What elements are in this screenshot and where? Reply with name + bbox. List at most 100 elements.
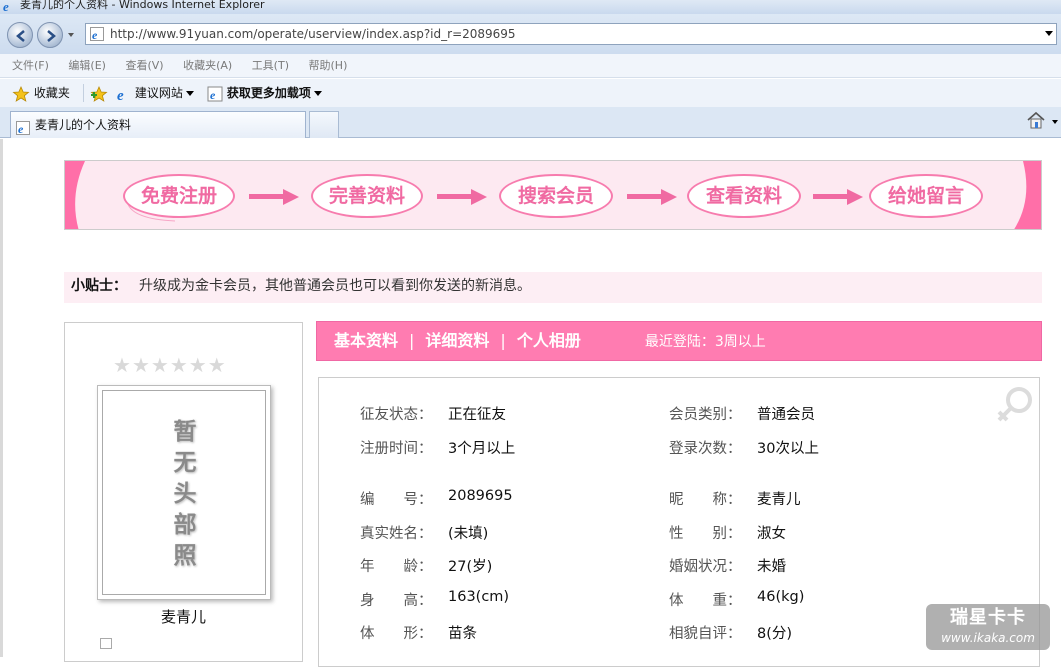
menu-tools[interactable]: 工具(T) <box>252 59 289 72</box>
dropdown-icon <box>313 91 322 96</box>
placeholder-char: 头 <box>173 481 197 507</box>
arrow-right-icon <box>437 189 487 205</box>
star-icon: ★ <box>113 353 131 377</box>
select-checkbox[interactable] <box>100 638 112 649</box>
menu-help[interactable]: 帮助(H) <box>309 59 348 72</box>
page-content: 免费注册 完善资料 搜索会员 查看资料 给她留言 小贴士： 升级成为金卡会员，其他… <box>0 139 1061 667</box>
watermark-line2: www.ikaka.com <box>941 631 1035 645</box>
menu-view[interactable]: 查看(V) <box>125 59 163 72</box>
rating-stars: ★★★★★★ <box>113 353 227 377</box>
ie-icon: e <box>117 88 124 104</box>
marriage-value: 未婚 <box>757 559 786 575</box>
tab-separator: | <box>409 331 415 350</box>
tip-bar: 小贴士： 升级成为金卡会员，其他普通会员也可以看到你发送的新消息。 <box>64 272 1042 303</box>
realname-label: 真实姓名： <box>360 526 433 542</box>
female-symbol-icon <box>997 387 1032 422</box>
placeholder-char: 无 <box>173 450 197 476</box>
svg-text:e: e <box>210 88 216 102</box>
menu-bar: 文件(F) 编辑(E) 查看(V) 收藏夹(A) 工具(T) 帮助(H) <box>0 54 1061 78</box>
tab-basic-info[interactable]: 基本资料 <box>334 331 398 350</box>
placeholder-char: 照 <box>173 543 197 569</box>
avatar[interactable]: 暂 无 头 部 照 <box>97 385 271 600</box>
nickname-label: 昵 称： <box>669 492 742 508</box>
add-favorite-star-icon <box>90 85 108 102</box>
step-complete-profile[interactable]: 完善资料 <box>311 174 423 218</box>
weight-value: 46(kg) <box>757 589 805 605</box>
back-arrow-icon <box>16 30 25 42</box>
add-favorite-button[interactable] <box>90 79 108 107</box>
forward-arrow-icon <box>47 30 56 42</box>
age-value: 27(岁) <box>448 559 493 575</box>
forward-button[interactable] <box>37 22 63 48</box>
favorites-label: 收藏夹 <box>33 86 70 100</box>
menu-file[interactable]: 文件(F) <box>12 59 49 72</box>
suggested-sites-button[interactable]: e 建议网站 <box>115 79 194 107</box>
tip-label: 小贴士： <box>71 278 127 294</box>
last-login: 最近登陆：3周以上 <box>644 334 766 350</box>
star-icon: ★ <box>169 353 188 377</box>
steps-banner: 免费注册 完善资料 搜索会员 查看资料 给她留言 <box>64 160 1042 230</box>
home-button[interactable] <box>1026 110 1046 134</box>
tab-row: e 麦青儿的个人资料 <box>0 107 1061 138</box>
address-dropdown-icon[interactable] <box>1045 31 1053 36</box>
favorites-button[interactable]: 收藏夹 <box>12 79 70 107</box>
star-icon: ★ <box>188 353 207 377</box>
arrow-right-icon <box>627 189 677 205</box>
placeholder-char: 部 <box>173 512 197 538</box>
status-label: 征友状态： <box>360 407 433 423</box>
menu-favorites[interactable]: 收藏夹(A) <box>183 59 232 72</box>
svg-text:e: e <box>92 28 98 41</box>
step-leave-message[interactable]: 给她留言 <box>869 174 983 218</box>
height-label: 身 高： <box>360 593 433 609</box>
tab-detail-info[interactable]: 详细资料 <box>425 331 489 350</box>
suggested-sites-label: 建议网站 <box>134 86 183 100</box>
window-title: 麦青儿的个人资料 - Windows Internet Explorer <box>20 0 265 11</box>
weight-label: 体 重： <box>669 593 742 609</box>
address-bar[interactable]: e http://www.91yuan.com/operate/userview… <box>85 23 1057 45</box>
arrow-right-icon <box>813 189 863 205</box>
favorites-bar: 收藏夹 e 建议网站 e 获取更多加载项 <box>0 79 1061 107</box>
star-icon <box>12 85 30 102</box>
status-value: 正在征友 <box>448 407 506 423</box>
arrow-right-icon <box>249 189 299 205</box>
new-tab-button[interactable] <box>309 111 339 138</box>
gender-value: 淑女 <box>757 526 786 542</box>
looks-value: 8(分) <box>757 626 793 642</box>
star-icon: ★ <box>150 353 169 377</box>
window-titlebar: e 麦青儿的个人资料 - Windows Internet Explorer <box>0 0 1061 14</box>
tab-separator: | <box>500 331 506 350</box>
looks-label: 相貌自评： <box>669 626 742 642</box>
step-register[interactable]: 免费注册 <box>123 174 235 218</box>
addons-icon: e <box>207 86 223 102</box>
step-view-profile[interactable]: 查看资料 <box>687 174 801 218</box>
realname-value: (未填) <box>448 526 489 542</box>
ikaka-watermark-logo: 瑞星卡卡 www.ikaka.com <box>926 604 1050 650</box>
back-button[interactable] <box>7 22 33 48</box>
history-dropdown-icon[interactable] <box>68 33 74 37</box>
profile-card: ★★★★★★ 暂 无 头 部 照 麦青儿 <box>64 322 303 662</box>
marriage-label: 婚姻状况： <box>669 559 742 575</box>
reg-time-value: 3个月以上 <box>448 441 516 457</box>
member-type-label: 会员类别： <box>669 407 742 423</box>
home-dropdown-icon[interactable] <box>1052 120 1058 124</box>
svg-text:e: e <box>117 88 124 102</box>
member-type-value: 普通会员 <box>757 407 815 423</box>
menu-edit[interactable]: 编辑(E) <box>68 59 106 72</box>
login-count-label: 登录次数： <box>669 441 742 457</box>
favbar-divider <box>83 84 84 102</box>
dropdown-icon <box>185 91 194 96</box>
shape-label: 体 形： <box>360 626 433 642</box>
step-search-members[interactable]: 搜索会员 <box>499 174 613 218</box>
placeholder-char: 暂 <box>173 419 197 445</box>
get-addons-button[interactable]: e 获取更多加载项 <box>207 79 322 107</box>
navigation-bar: e http://www.91yuan.com/operate/userview… <box>0 14 1061 54</box>
browser-tab-active[interactable]: e 麦青儿的个人资料 <box>10 111 306 138</box>
svg-text:e: e <box>18 122 24 135</box>
page-ie-icon: e <box>90 27 104 44</box>
no-photo-placeholder: 暂 无 头 部 照 <box>169 417 201 572</box>
id-label: 编 号： <box>360 492 433 508</box>
get-addons-label: 获取更多加载项 <box>226 86 311 100</box>
address-text: http://www.91yuan.com/operate/userview/i… <box>110 27 516 41</box>
tab-album[interactable]: 个人相册 <box>517 331 581 350</box>
svg-text:e: e <box>3 0 9 12</box>
